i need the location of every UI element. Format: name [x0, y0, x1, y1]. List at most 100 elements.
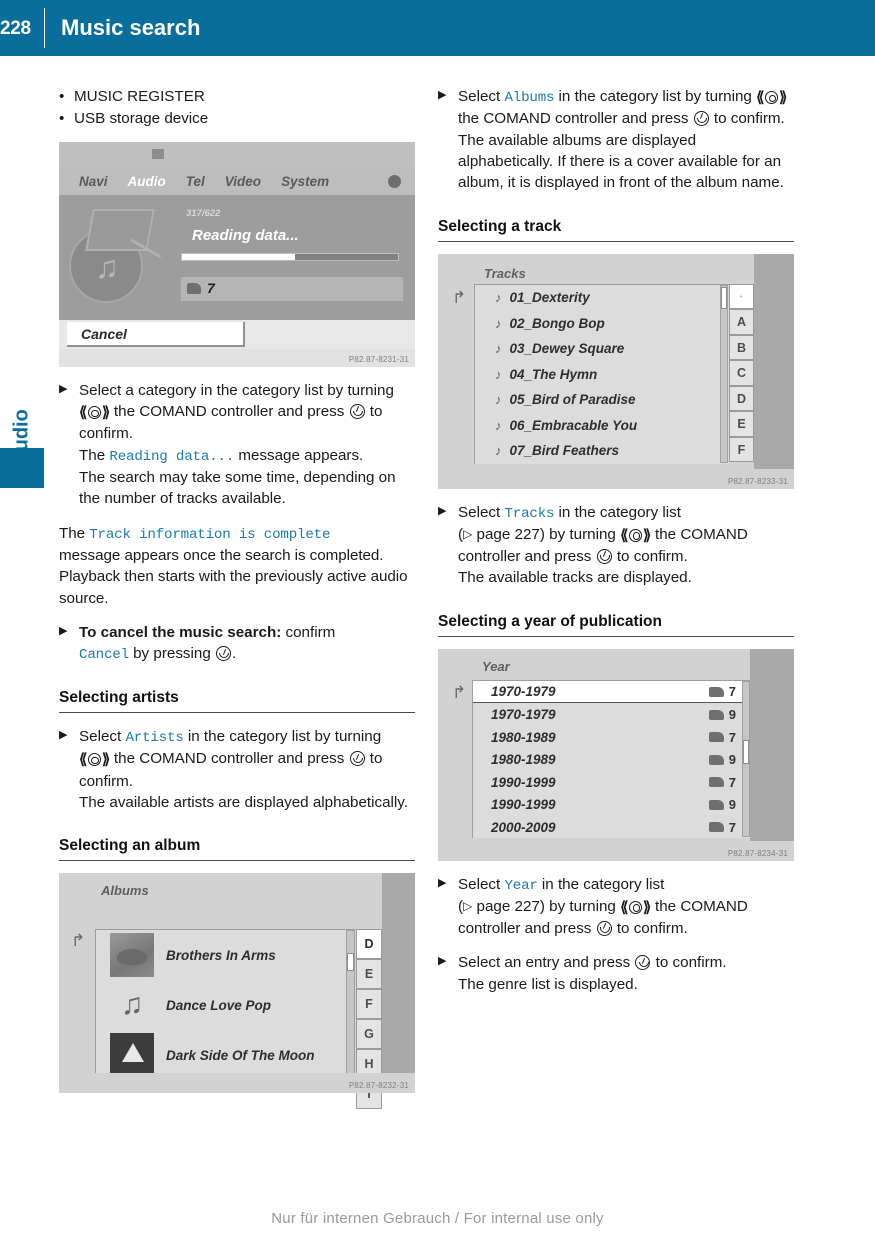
list-item[interactable]: 1990-1999 7: [473, 771, 750, 794]
list-item[interactable]: 1980-1989 9: [473, 748, 750, 771]
menu-item-navi[interactable]: Navi: [79, 174, 108, 189]
scrollbar-thumb[interactable]: [347, 953, 354, 972]
alphabet-item-a[interactable]: A: [729, 309, 754, 335]
right-column: ▶ Select Albums in the category list by …: [438, 86, 794, 995]
count-value: 7: [728, 729, 736, 745]
list-item[interactable]: ♪ 07_Bird Feathers: [475, 438, 729, 464]
step-text: to confirm.: [709, 110, 785, 128]
back-arrow-icon[interactable]: [71, 937, 89, 952]
source-icon: [708, 822, 724, 833]
heading-selecting-year: Selecting a year of publication: [438, 613, 794, 637]
para-track-info-complete: The Track information is complete messag…: [59, 523, 415, 609]
list-item[interactable]: ♪ 01_Dexterity: [475, 285, 729, 311]
alphabet-item-g[interactable]: G: [356, 1019, 382, 1050]
list-item[interactable]: 2000-2009 7: [473, 816, 750, 838]
menu-item-video[interactable]: Video: [225, 174, 261, 189]
list-item[interactable]: 1990-1999 9: [473, 793, 750, 816]
status-icon: [152, 148, 164, 159]
list-item: • USB storage device: [59, 108, 415, 129]
step-text: Select: [458, 88, 505, 105]
step-text: the COMAND controller and press: [109, 403, 349, 421]
list-item[interactable]: ♪ 02_Bongo Bop: [475, 310, 729, 336]
album-cover-art: [110, 933, 154, 978]
figure-caption: P82.87-8232-31: [348, 1081, 409, 1091]
count-value: 7: [728, 819, 736, 835]
comand-menu-bar: Navi Audio Tel Video System: [59, 167, 415, 195]
list-item[interactable]: ♪ 04_The Hymn: [475, 361, 729, 387]
cross-reference-icon: ▷: [463, 899, 473, 914]
list-item[interactable]: Brothers In Arms: [96, 930, 355, 980]
source-icon: [708, 799, 724, 810]
step-text: The available albums are displayed alpha…: [458, 131, 784, 192]
comand-turn-icon: ⟪ ⟫: [620, 898, 651, 916]
back-arrow-icon[interactable]: [452, 294, 470, 309]
list-item[interactable]: ♪ 03_Dewey Square: [475, 336, 729, 362]
alphabet-item-c[interactable]: C: [729, 360, 754, 386]
back-arrow-icon[interactable]: [452, 689, 470, 704]
alphabet-item-e[interactable]: E: [356, 959, 382, 990]
section-side-tab: Audio: [0, 56, 44, 756]
magnifier-disc-illustration: ♫: [67, 203, 167, 307]
list-scrollbar[interactable]: [720, 284, 728, 463]
ui-string-reading-data: Reading data...: [109, 448, 235, 465]
figure-caption: P82.87-8233-31: [727, 476, 788, 486]
scrollbar-thumb[interactable]: [721, 286, 727, 309]
alphabet-item-e[interactable]: E: [729, 411, 754, 437]
bullet-glyph: •: [59, 88, 65, 105]
cross-reference-label[interactable]: page 227: [472, 898, 540, 915]
alphabet-item-current[interactable]: ·: [729, 283, 754, 310]
step-text: The genre list is displayed.: [458, 975, 638, 993]
list-item[interactable]: 1980-1989 7: [473, 726, 750, 749]
figure-tracks-screen: Tracks ♪ 01_Dexterity ♪ 02_Bongo Bop ♪ 03_D…: [438, 253, 794, 489]
scrollbar-thumb[interactable]: [743, 739, 749, 764]
para-text: The: [59, 524, 90, 542]
step-text: The available tracks are displayed.: [458, 569, 692, 587]
list-item[interactable]: ♪ 05_Bird of Paradise: [475, 387, 729, 413]
list-scrollbar[interactable]: [346, 930, 355, 1081]
magnifier-lens: [85, 208, 155, 251]
page-number: 228: [0, 17, 31, 39]
alphabet-item-f[interactable]: F: [729, 436, 754, 463]
menu-item-system[interactable]: System: [281, 174, 329, 189]
menu-item-audio[interactable]: Audio: [128, 174, 166, 189]
cross-reference-label[interactable]: page 227: [472, 526, 540, 543]
alphabet-item-d[interactable]: D: [729, 385, 754, 412]
step-text: Select: [79, 728, 126, 746]
source-slot-row: 7: [181, 276, 403, 301]
figure-year-screen: Year 1970-1979 7 1970-1979 9 1980-1989 7…: [438, 648, 794, 861]
step-text: .: [232, 645, 237, 663]
list-item: • MUSIC REGISTER: [59, 86, 415, 107]
year-range: 1990-1999: [491, 774, 556, 790]
figure-albums-screen: Albums Brothers In Arms ♫ Dance Love Pop…: [59, 873, 415, 1110]
screen-right-panel: [382, 873, 415, 1074]
alphabet-item-d[interactable]: D: [356, 929, 382, 960]
year-range: 1980-1989: [491, 729, 556, 745]
track-name: 07_Bird Feathers: [509, 443, 620, 459]
cancel-button[interactable]: Cancel: [67, 321, 245, 347]
alphabet-item-f[interactable]: F: [356, 989, 382, 1020]
ui-string-track-info-complete: Track information is complete: [89, 526, 331, 543]
screen-status-bar: [59, 141, 415, 168]
slot-number: 7: [207, 279, 215, 296]
track-name: 04_The Hymn: [509, 366, 598, 382]
heading-selecting-a-track: Selecting a track: [438, 218, 794, 242]
step-text: ) by turning: [539, 525, 621, 543]
step-text: to confirm.: [651, 954, 727, 972]
list-item[interactable]: 1970-1979 7: [473, 680, 750, 704]
year-range: 1990-1999: [491, 797, 556, 813]
list-scrollbar[interactable]: [742, 680, 750, 837]
menu-item-tel[interactable]: Tel: [186, 174, 205, 189]
list-item[interactable]: ♪ 06_Embracable You: [475, 412, 729, 438]
count-value: 9: [728, 707, 736, 723]
step-select-entry: ▶ Select an entry and press to confirm. …: [438, 952, 794, 995]
list-item[interactable]: 1970-1979 9: [473, 703, 750, 726]
step-text: The: [79, 446, 110, 464]
list-item[interactable]: ♫ Dance Love Pop: [96, 980, 355, 1030]
screen-right-panel: [750, 648, 794, 841]
alphabet-item-b[interactable]: B: [729, 334, 754, 361]
step-text: The search may take some time, depending…: [79, 468, 396, 508]
comand-press-icon: [216, 646, 231, 662]
ui-string-albums: Albums: [504, 90, 555, 106]
count-value: 9: [728, 752, 736, 768]
source-icon: [708, 732, 724, 743]
